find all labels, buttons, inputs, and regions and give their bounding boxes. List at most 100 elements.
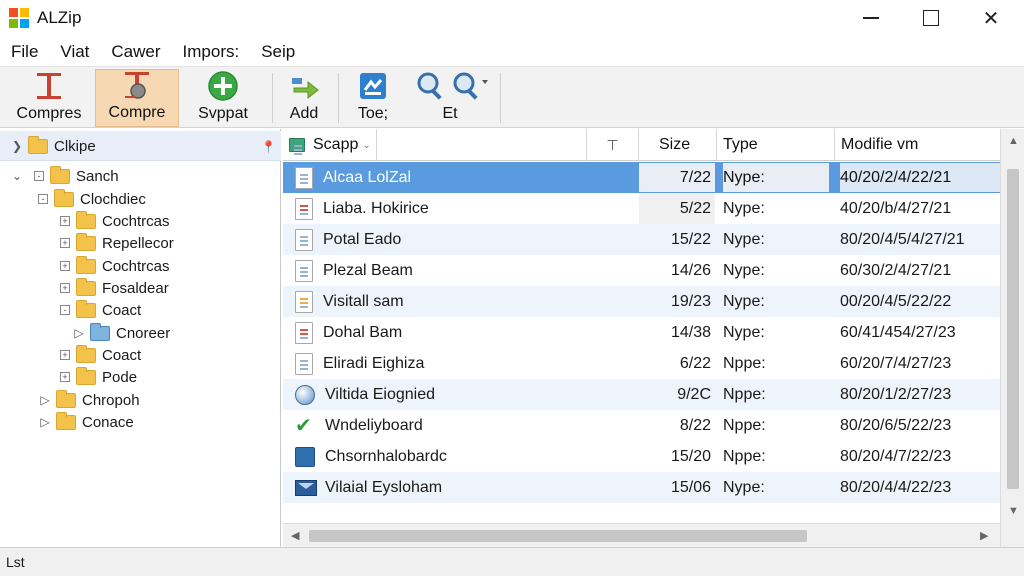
sort-icon: ⊤ [606, 136, 619, 153]
tree-item[interactable]: + Cochtrcas [60, 210, 170, 232]
tree-item[interactable]: ⌄ - Sanch [10, 165, 119, 187]
tool-icon [357, 70, 389, 102]
maximize-button[interactable] [903, 0, 959, 36]
pin-icon[interactable]: 📍 [261, 140, 276, 154]
tree-item-label: Repellecor [102, 234, 174, 252]
menu-cawer[interactable]: Cawer [100, 42, 171, 62]
column-header-type[interactable]: Type [717, 129, 835, 161]
column-header-sort[interactable]: ⊤ [587, 129, 639, 161]
find-button[interactable]: Et [406, 69, 494, 127]
tool-button[interactable]: Toe; [346, 69, 400, 127]
chevron-down-icon[interactable]: ⌄ [362, 140, 370, 151]
tree-item[interactable]: - Clochdiec [38, 188, 146, 210]
horizontal-scroll-thumb[interactable] [309, 530, 807, 542]
support-button[interactable]: Svppat [184, 69, 262, 127]
pdf-document-icon [295, 197, 313, 220]
menu-file[interactable]: File [0, 42, 49, 62]
menu-imports[interactable]: Impors: [172, 42, 251, 62]
column-size-label: Size [659, 136, 691, 153]
minimize-button[interactable] [843, 0, 899, 36]
table-row[interactable]: Alcaa LolZal 7/22 Nype: 40/20/2/4/22/21 [283, 162, 1000, 193]
table-row[interactable]: Eliradi Eighiza 6/22 Nppe: 60/20/7/4/27/… [283, 348, 1000, 379]
compress-extract-button[interactable]: Compre [95, 69, 179, 127]
chevron-right-icon[interactable]: ▷ [38, 415, 52, 429]
tree-root-row[interactable]: ❯ Clkipe 📍 [0, 131, 281, 161]
column-header-size[interactable]: Size [639, 129, 717, 161]
expand-icon[interactable]: - [38, 194, 48, 204]
folder-icon [76, 366, 96, 385]
folder-icon [76, 232, 96, 251]
expand-icon[interactable]: + [60, 261, 70, 271]
table-row[interactable]: Chsornhalobardc 15/20 Nppe: 80/20/4/7/22… [283, 441, 1000, 472]
menu-bar: File Viat Cawer Impors: Seip [0, 38, 1024, 66]
checkmark-icon: ✔ [295, 414, 312, 437]
text-document-icon [295, 290, 313, 313]
table-row[interactable]: Potal Eado 15/22 Nype: 80/20/4/5/4/27/21 [283, 224, 1000, 255]
table-row[interactable]: Plezal Beam 14/26 Nype: 60/30/2/4/27/21 [283, 255, 1000, 286]
list-header: Scapp ⌄ ⊤ Size Type Modifie vm [283, 129, 1000, 161]
file-modified: 80/20/4/7/22/23 [840, 447, 952, 465]
file-name: Alcaa LolZal [323, 168, 412, 186]
tree-item-label: Cnoreer [116, 324, 171, 342]
expand-icon[interactable]: - [34, 171, 44, 181]
tree-item[interactable]: + Repellecor [60, 232, 174, 254]
tree-item[interactable]: ▷ Chropoh [38, 389, 140, 411]
close-button[interactable]: ✕ [963, 0, 1019, 36]
table-row[interactable]: Visitall sam 19/23 Nype: 00/20/4/5/22/22 [283, 286, 1000, 317]
folder-icon [76, 210, 96, 229]
expand-icon[interactable]: + [60, 216, 70, 226]
tree-item[interactable]: ▷ Conace [38, 411, 134, 433]
disc-icon [295, 384, 315, 405]
expand-icon[interactable]: + [60, 372, 70, 382]
expand-icon[interactable]: + [60, 238, 70, 248]
menu-seip[interactable]: Seip [250, 42, 306, 62]
column-header-modified[interactable]: Modifie vm [835, 129, 1000, 161]
chevron-right-icon[interactable]: ▷ [72, 326, 86, 340]
tree-root-item[interactable]: ❯ Clkipe [10, 135, 96, 157]
tree-item-label: Coact [102, 346, 142, 364]
folder-icon [76, 344, 96, 363]
tree-item[interactable]: + Pode [60, 366, 137, 388]
table-row[interactable]: Viltida Eiognied 9/2C Nppe: 80/20/1/2/27… [283, 379, 1000, 410]
expand-icon[interactable]: - [60, 305, 70, 315]
scroll-left-icon[interactable]: ◀ [291, 529, 299, 542]
vertical-scroll-thumb[interactable] [1007, 169, 1019, 489]
horizontal-scrollbar[interactable]: ◀ ▶ [283, 523, 1000, 547]
tree-item[interactable]: - Coact [60, 299, 141, 321]
table-row[interactable]: Dohal Bam 14/38 Nype: 60/41/454/27/23 [283, 317, 1000, 348]
chevron-down-icon[interactable]: ⌄ [10, 169, 24, 183]
folder-icon [56, 389, 76, 408]
compress-button[interactable]: Compres [6, 69, 92, 127]
table-row[interactable]: ✔ Wndeliyboard 8/22 Nppe: 80/20/6/5/22/23 [283, 410, 1000, 441]
add-button[interactable]: Add [280, 69, 328, 127]
scroll-up-icon[interactable]: ▲ [1008, 135, 1019, 147]
expand-icon[interactable]: + [60, 283, 70, 293]
column-header-name[interactable]: Scapp ⌄ [283, 129, 377, 161]
chevron-down-icon[interactable]: ❯ [10, 139, 24, 153]
folder-icon [76, 255, 96, 274]
tree-root-label: Clkipe [54, 137, 96, 155]
menu-view[interactable]: Viat [49, 42, 100, 62]
folder-icon [76, 299, 96, 318]
table-row[interactable]: Vilaial Eysloham 15/06 Nype: 80/20/4/4/2… [283, 472, 1000, 503]
tree-item[interactable]: + Coact [60, 344, 141, 366]
scroll-right-icon[interactable]: ▶ [980, 529, 988, 542]
tree-item-label: Conace [82, 413, 134, 431]
expand-icon[interactable]: + [60, 350, 70, 360]
tree-item[interactable]: + Fosaldear [60, 277, 169, 299]
tree-item[interactable]: + Cochtrcas [60, 255, 170, 277]
chevron-right-icon[interactable]: ▷ [38, 393, 52, 407]
scroll-down-icon[interactable]: ▼ [1008, 505, 1019, 517]
file-modified: 80/20/1/2/27/23 [840, 385, 952, 403]
tree-item[interactable]: ▷ Cnoreer [72, 322, 170, 344]
file-size: 15/22 [670, 230, 711, 248]
vertical-scrollbar[interactable]: ▲ ▼ [1000, 129, 1024, 547]
column-modified-label: Modifie vm [841, 136, 919, 153]
file-type: Nype: [723, 163, 829, 192]
column-header-spacer[interactable] [377, 129, 587, 161]
file-modified: 60/20/7/4/27/23 [840, 354, 952, 372]
table-row[interactable]: Liaba. Hokirice 5/22 Nype: 40/20/b/4/27/… [283, 193, 1000, 224]
folder-icon [56, 411, 76, 430]
file-name: Eliradi Eighiza [323, 354, 425, 372]
compress-icon [33, 70, 65, 102]
